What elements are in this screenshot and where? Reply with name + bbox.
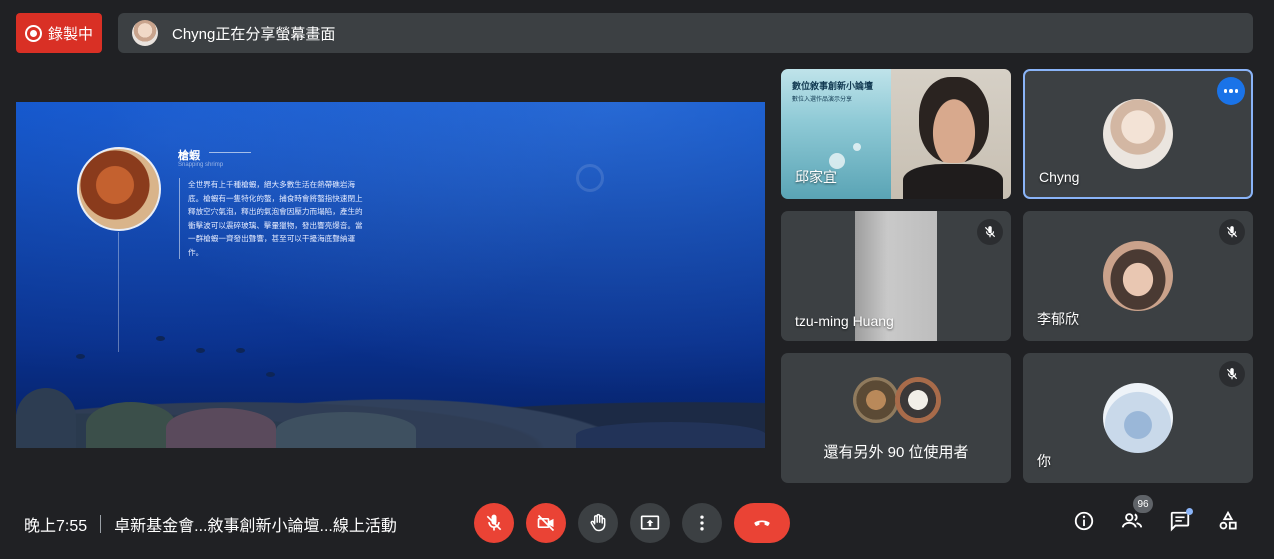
share-banner: Chyng正在分享螢幕畫面 xyxy=(118,13,1253,53)
more-options-button[interactable] xyxy=(682,503,722,543)
more-vert-icon xyxy=(700,515,704,531)
activities-icon xyxy=(1219,510,1237,530)
raise-hand-icon xyxy=(590,513,606,532)
participant-name: Chyng xyxy=(1039,169,1080,185)
fish xyxy=(196,348,205,353)
dot xyxy=(1234,89,1239,93)
participant-video xyxy=(891,69,1011,199)
mic-off-icon xyxy=(977,219,1003,245)
recording-label: 錄製中 xyxy=(47,25,93,43)
slide-body: 全世界有上千種槍蝦，絕大多數生活在熱帶礁岩海底。槍蝦有一隻特化的螯，捕食時會將螯… xyxy=(179,178,365,259)
others-tile[interactable]: 還有另外 90 位使用者 xyxy=(781,353,1011,483)
video-slide-title: 數位敘事創新小論壇 xyxy=(792,81,874,91)
participant-tile[interactable]: Chyng xyxy=(1023,69,1253,199)
slide-subtitle: Snapping shrimp xyxy=(178,162,224,168)
decor-bubble xyxy=(853,143,861,151)
self-tile[interactable]: 你 xyxy=(1023,353,1253,483)
avatar xyxy=(895,377,941,423)
fish xyxy=(236,348,245,353)
meeting-info: 晚上7:55 卓新基金會...敘事創新小論壇...線上活動 xyxy=(24,512,397,536)
avatar xyxy=(1103,383,1173,453)
activities-button[interactable] xyxy=(1214,507,1242,535)
leave-call-button[interactable] xyxy=(734,503,790,543)
presenter-avatar xyxy=(132,20,158,46)
video-slide-subtitle: 數位入選作品演示分享 xyxy=(792,97,853,103)
title-decoration xyxy=(209,152,251,153)
side-panel-controls xyxy=(1070,507,1242,535)
meeting-details-button[interactable] xyxy=(1070,507,1098,535)
dot xyxy=(1223,89,1228,93)
mic-off-icon xyxy=(1219,219,1245,245)
people-icon xyxy=(1121,513,1143,528)
record-icon xyxy=(24,24,42,42)
others-avatars xyxy=(853,377,943,425)
hangup-icon xyxy=(754,520,770,526)
coral xyxy=(16,388,76,448)
person-head xyxy=(919,77,989,163)
more-options-button[interactable] xyxy=(1217,77,1245,105)
clock: 晚上7:55 xyxy=(24,518,88,535)
participant-tile[interactable]: 數位敘事創新小論壇 數位入選作品演示分享 邱家宜 xyxy=(781,69,1011,199)
camera-toggle-button[interactable] xyxy=(526,503,566,543)
participant-name: 李郁欣 xyxy=(1037,311,1079,327)
share-banner-text: Chyng正在分享螢幕畫面 xyxy=(172,25,336,43)
coral xyxy=(276,412,416,448)
slide-title: 槍蝦 xyxy=(178,150,200,162)
people-button[interactable] xyxy=(1118,507,1146,535)
fish xyxy=(156,336,165,341)
participant-name: 你 xyxy=(1037,453,1051,469)
participant-name: 邱家宜 xyxy=(795,169,837,185)
avatar xyxy=(1103,241,1173,311)
coral xyxy=(576,422,765,448)
recording-badge[interactable]: 錄製中 xyxy=(16,13,102,53)
person-body xyxy=(903,164,1003,199)
info-icon xyxy=(1074,511,1094,531)
dot xyxy=(1229,89,1233,93)
participant-tile[interactable]: 李郁欣 xyxy=(1023,211,1253,341)
shared-screen[interactable]: 槍蝦 Snapping shrimp 全世界有上千種槍蝦，絕大多數生活在熱帶礁岩… xyxy=(16,102,765,448)
coral xyxy=(166,408,276,448)
coral xyxy=(86,402,176,448)
raise-hand-button[interactable] xyxy=(578,503,618,543)
call-controls xyxy=(474,503,790,543)
chat-button[interactable] xyxy=(1166,507,1194,535)
present-button[interactable] xyxy=(630,503,670,543)
mic-off-icon xyxy=(486,514,502,531)
mic-off-icon xyxy=(1219,361,1245,387)
meeting-title: 卓新基金會...敘事創新小論壇...線上活動 xyxy=(114,518,397,535)
divider xyxy=(100,515,102,533)
others-count-label: 還有另外 90 位使用者 xyxy=(823,444,969,461)
avatar xyxy=(853,377,899,423)
fish xyxy=(76,354,85,359)
divider-line xyxy=(118,232,119,352)
mic-toggle-button[interactable] xyxy=(474,503,514,543)
participant-tile[interactable]: tzu-ming Huang xyxy=(781,211,1011,341)
present-icon xyxy=(640,515,660,530)
unread-indicator xyxy=(1186,508,1193,515)
shrimp-photo xyxy=(77,147,161,231)
participant-name: tzu-ming Huang xyxy=(795,313,894,329)
watermark-icon xyxy=(576,164,604,192)
camera-off-icon xyxy=(537,514,555,532)
avatar xyxy=(1103,99,1173,169)
